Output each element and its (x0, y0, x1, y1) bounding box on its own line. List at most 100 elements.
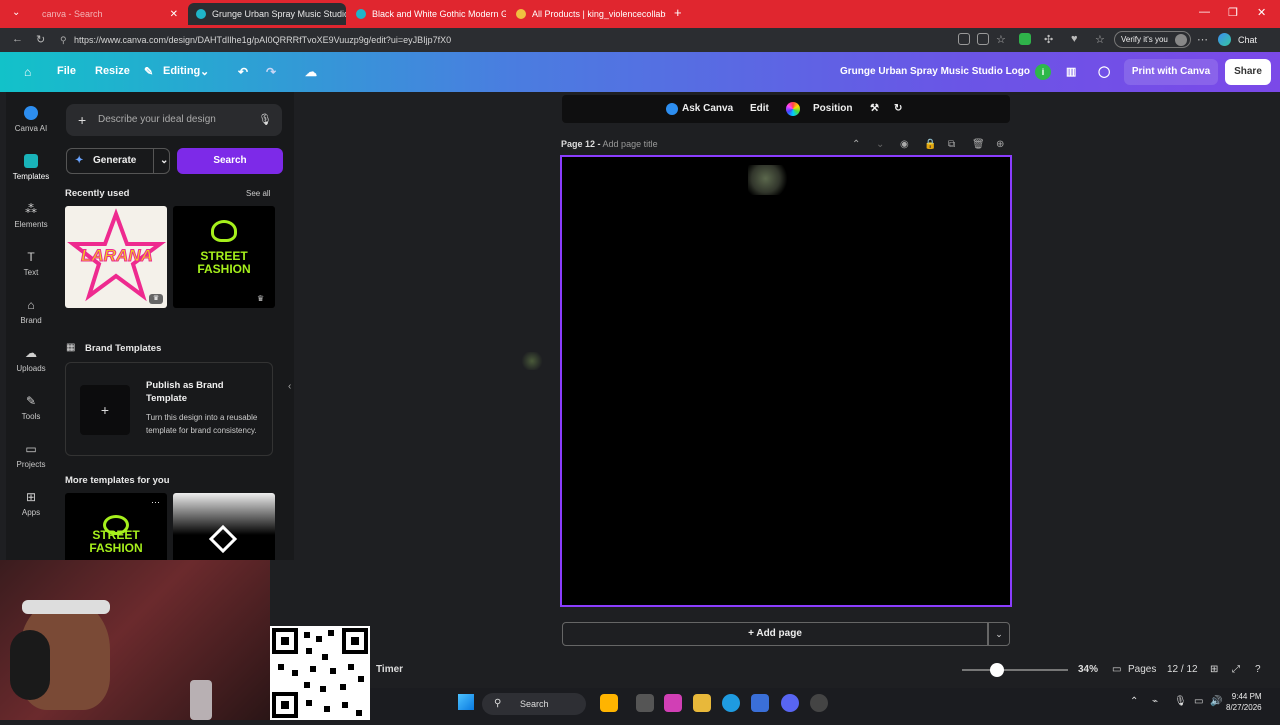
rail-item-apps[interactable]: ⊞ Apps (6, 490, 56, 517)
rail-item-elements[interactable]: ⁂ Elements (6, 202, 56, 229)
minimize-icon[interactable]: — (1199, 6, 1210, 18)
timer-button[interactable]: Timer (376, 664, 403, 675)
task-view-icon[interactable] (636, 694, 654, 712)
delete-page-icon[interactable]: 🗑 (972, 139, 985, 150)
rail-item-text[interactable]: T Text (6, 250, 56, 277)
widgets-icon[interactable] (600, 694, 618, 712)
grid-view-icon[interactable]: ⊞ (1210, 664, 1218, 675)
favorite-star-icon[interactable]: ☆ (996, 33, 1006, 46)
tab-list-chevron-icon[interactable]: ⌄ (12, 7, 20, 18)
copilot-icon[interactable] (1218, 33, 1231, 46)
color-picker-icon[interactable] (786, 102, 800, 116)
ask-canva-button[interactable]: Ask Canva (682, 103, 733, 114)
redo-icon[interactable]: ↷ (266, 65, 276, 79)
resize-button[interactable]: Resize (95, 65, 130, 77)
offcanvas-element[interactable] (520, 352, 544, 370)
microphone-icon[interactable]: 🎙 (258, 104, 272, 136)
chat-label[interactable]: Chat (1238, 35, 1257, 45)
home-icon[interactable]: ⌂ (24, 65, 31, 79)
rail-item-tools[interactable]: ✎ Tools (6, 394, 56, 421)
recent-template-larana[interactable]: LARANA ♛ (65, 206, 167, 308)
print-with-canva-button[interactable]: Print with Canva (1124, 59, 1218, 85)
collapse-panel-icon[interactable]: ‹ (288, 381, 291, 392)
extension-icon[interactable] (1019, 33, 1031, 45)
windows-start-icon[interactable] (458, 694, 474, 710)
share-button[interactable]: Share (1225, 59, 1271, 85)
comment-icon[interactable]: ◯ (1098, 65, 1110, 78)
reload-icon[interactable]: ↻ (36, 33, 45, 46)
chevron-down-icon[interactable]: ⌄ (200, 65, 209, 78)
add-page-button[interactable]: + Add page (562, 622, 988, 646)
store-icon[interactable] (751, 694, 769, 712)
recent-template-street-fashion[interactable]: STREET FASHION ♛ (173, 206, 275, 308)
zoom-slider[interactable] (962, 669, 1068, 671)
template-gothic[interactable] (173, 493, 275, 560)
rail-item-uploads[interactable]: ☁ Uploads (6, 346, 56, 373)
edit-button[interactable]: Edit (750, 103, 769, 114)
url-field[interactable]: ⚲ https://www.canva.com/design/DAHTdIlhe… (58, 32, 948, 48)
bear-element[interactable] (748, 165, 792, 195)
generate-button[interactable]: ✦ Generate ⌄ (66, 148, 170, 174)
lock-icon[interactable]: 🔒 (924, 139, 936, 150)
close-tab-icon[interactable]: ✕ (164, 9, 178, 20)
file-explorer-icon[interactable] (693, 694, 711, 712)
insights-chart-icon[interactable]: ▥ (1066, 65, 1076, 78)
back-icon[interactable]: ← (12, 33, 23, 45)
site-info-icon[interactable]: ⚲ (60, 32, 67, 48)
add-brand-template-icon[interactable]: + (80, 385, 130, 435)
position-button[interactable]: Position (813, 103, 852, 114)
add-page-icon[interactable]: ⊕ (996, 139, 1004, 150)
file-menu[interactable]: File (57, 65, 76, 77)
taskbar-search[interactable]: ⚲ Search (482, 693, 586, 715)
tray-network-icon[interactable]: ⌁ (1152, 696, 1158, 707)
tab-all-products[interactable]: All Products | king_violencecollabs ✕ (508, 3, 666, 25)
discord-icon[interactable] (781, 694, 799, 712)
design-page[interactable] (560, 155, 1012, 607)
describe-design-input[interactable]: + Describe your ideal design 🎙 (66, 104, 282, 136)
tab-canva-search[interactable]: canva - Search ✕ (34, 3, 186, 25)
copilot-app-icon[interactable] (664, 694, 682, 712)
publish-brand-template-card[interactable]: + Publish as Brand Template Turn this de… (65, 362, 273, 456)
rail-item-canva-ai[interactable]: Canva AI (6, 106, 56, 133)
tray-chevron-icon[interactable]: ⌃ (1130, 696, 1138, 707)
help-icon[interactable]: ? (1255, 664, 1261, 675)
new-tab-icon[interactable]: + (674, 5, 682, 20)
design-title[interactable]: Grunge Urban Spray Music Studio Logo (840, 66, 1030, 77)
duplicate-page-icon[interactable]: ⧉ (948, 139, 955, 150)
undo-icon[interactable]: ↶ (238, 65, 248, 79)
edge-icon[interactable] (722, 694, 740, 712)
user-avatar[interactable]: i (1035, 64, 1051, 80)
tray-volume-icon[interactable]: 🔊 (1210, 696, 1222, 707)
page-up-icon[interactable]: ⌃ (852, 139, 860, 150)
pages-button[interactable]: Pages (1128, 664, 1156, 675)
fullscreen-icon[interactable]: ⤢ (1232, 664, 1240, 675)
template-street-fashion[interactable]: STREET FASHION ⋯ (65, 493, 167, 560)
zoom-level[interactable]: 34% (1078, 664, 1098, 675)
hide-page-icon[interactable]: ◉ (900, 139, 909, 150)
editing-mode-button[interactable]: Editing (163, 65, 200, 77)
cloud-sync-icon[interactable]: ☁ (305, 65, 317, 79)
tray-wifi-icon[interactable]: ▭ (1194, 696, 1203, 707)
app-icon[interactable] (810, 694, 828, 712)
tab-grunge-design[interactable]: Grunge Urban Spray Music Studio ✕ (188, 3, 346, 25)
tab-gothic-design[interactable]: Black and White Gothic Modern G ✕ (348, 3, 506, 25)
taskbar-clock[interactable]: 9:44 PM 8/27/2026 (1226, 691, 1262, 713)
sidebar-icon[interactable] (977, 33, 989, 45)
zoom-slider-handle[interactable] (990, 663, 1004, 677)
browser-essentials-icon[interactable]: ♥ (1071, 33, 1078, 45)
verify-profile-button[interactable]: Verify it's you (1114, 31, 1191, 48)
chevron-down-icon[interactable]: ⌄ (153, 149, 168, 173)
paint-roller-icon[interactable]: ⚒ (870, 103, 879, 114)
favorites-icon[interactable]: ☆ (1095, 33, 1105, 46)
refresh-icon[interactable]: ↻ (894, 103, 902, 114)
rail-item-brand[interactable]: ⌂ Brand (6, 298, 56, 325)
tray-mic-icon[interactable]: 🎙 (1174, 696, 1187, 707)
search-button[interactable]: Search (177, 148, 283, 174)
see-all-link[interactable]: See all (246, 189, 270, 198)
reader-icon[interactable] (958, 33, 970, 45)
window-close-icon[interactable]: ✕ (1257, 6, 1266, 19)
rail-item-projects[interactable]: ▭ Projects (6, 442, 56, 469)
more-options-icon[interactable]: ⋯ (151, 497, 160, 508)
rail-item-templates[interactable]: Templates (6, 154, 56, 181)
maximize-icon[interactable]: ❐ (1228, 6, 1238, 19)
